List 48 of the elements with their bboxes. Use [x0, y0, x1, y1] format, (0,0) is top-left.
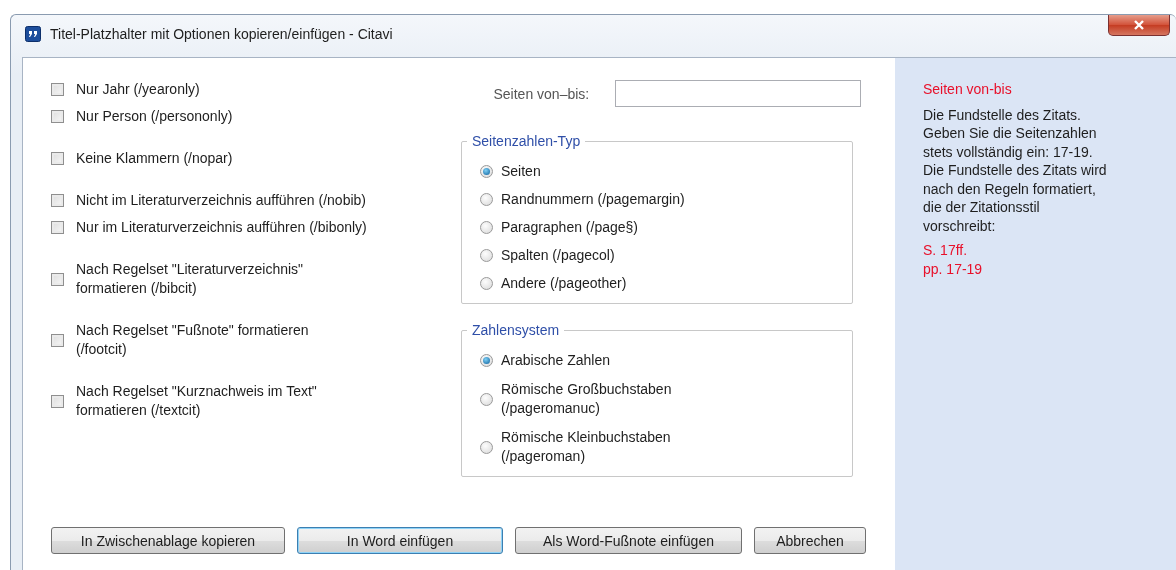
checkbox-label: Nach Regelset "Kurznachweis im Text" formatieren (/textcit): [76, 382, 317, 420]
radio-button[interactable]: [480, 440, 493, 454]
dialog-button[interactable]: In Word einfügen: [297, 527, 503, 554]
radio-label: Andere (/pageother): [501, 274, 627, 293]
radio-label: Arabische Zahlen: [501, 351, 610, 370]
field-label: Seiten von–bis:: [492, 85, 590, 102]
checkbox[interactable]: [51, 152, 64, 165]
dialog-button[interactable]: In Zwischenablage kopieren: [51, 527, 285, 554]
radio-button[interactable]: [480, 221, 493, 234]
checkbox-label: Keine Klammern (/nopar): [76, 149, 233, 168]
close-button[interactable]: [1108, 15, 1170, 36]
help-title: Seiten von-bis: [923, 80, 1013, 99]
help-example: pp. 17-19: [923, 259, 984, 278]
radio-button[interactable]: [480, 354, 493, 367]
checkbox-label: Nicht im Literaturverzeichnis aufführen (/nobib): [76, 191, 366, 210]
checkbox-label: Nur Person (/persononly): [76, 107, 233, 126]
radio-button[interactable]: [480, 165, 493, 178]
radio-label: Spalten (/pagecol): [501, 246, 615, 265]
help-example: S. 17ff.: [923, 241, 969, 260]
radio-button[interactable]: [480, 392, 493, 406]
radio-label: Randnummern (/pagemargin): [501, 190, 685, 209]
checkbox[interactable]: [51, 83, 64, 96]
checkbox-label: Nur im Literaturverzeichnis aufführen (/bibonly): [76, 218, 367, 237]
close-icon: [1133, 19, 1145, 30]
checkbox-label: Nach Regelset "Fußnote" formatieren (/footcit): [76, 321, 309, 359]
help-text: Die Fundstelle des Zitats. Geben Sie die Seitenzahlen stets vollständig ein: 17-19. Die Fundstelle des Zitats wird nach den Regeln formatiert, die der Zitationsstil vorschreibt:: [923, 105, 1108, 235]
pages-input[interactable]: [615, 80, 861, 107]
dialog-button[interactable]: Als Word-Fußnote einfügen: [515, 527, 742, 554]
radio-label: Paragraphen (/page§): [501, 218, 638, 237]
radio-button[interactable]: [480, 193, 493, 206]
radio-label: Römische Kleinbuchstaben (/pageroman): [501, 428, 671, 466]
checkbox[interactable]: [51, 394, 64, 408]
checkbox-label: Nach Regelset "Literaturverzeichnis" formatieren (/bibcit): [76, 260, 304, 298]
checkbox[interactable]: [51, 272, 64, 286]
app-icon: [25, 26, 41, 42]
radio-label: Römische Großbuchstaben (/pageromanuc): [501, 380, 672, 418]
checkbox[interactable]: [51, 221, 64, 234]
group-legend: Seitenzahlen-Typ: [467, 132, 586, 150]
radio-button[interactable]: [480, 249, 493, 262]
radio-button[interactable]: [480, 277, 493, 290]
checkbox[interactable]: [51, 110, 64, 123]
window-title: Titel-Platzhalter mit Optionen kopieren/einfügen - Citavi: [50, 26, 393, 42]
checkbox[interactable]: [51, 194, 64, 207]
group-legend: Zahlensystem: [467, 321, 565, 339]
dialog-button[interactable]: Abbrechen: [754, 527, 866, 554]
checkbox[interactable]: [51, 333, 64, 347]
radio-label: Seiten: [501, 162, 541, 181]
checkbox-label: Nur Jahr (/yearonly): [76, 80, 200, 99]
